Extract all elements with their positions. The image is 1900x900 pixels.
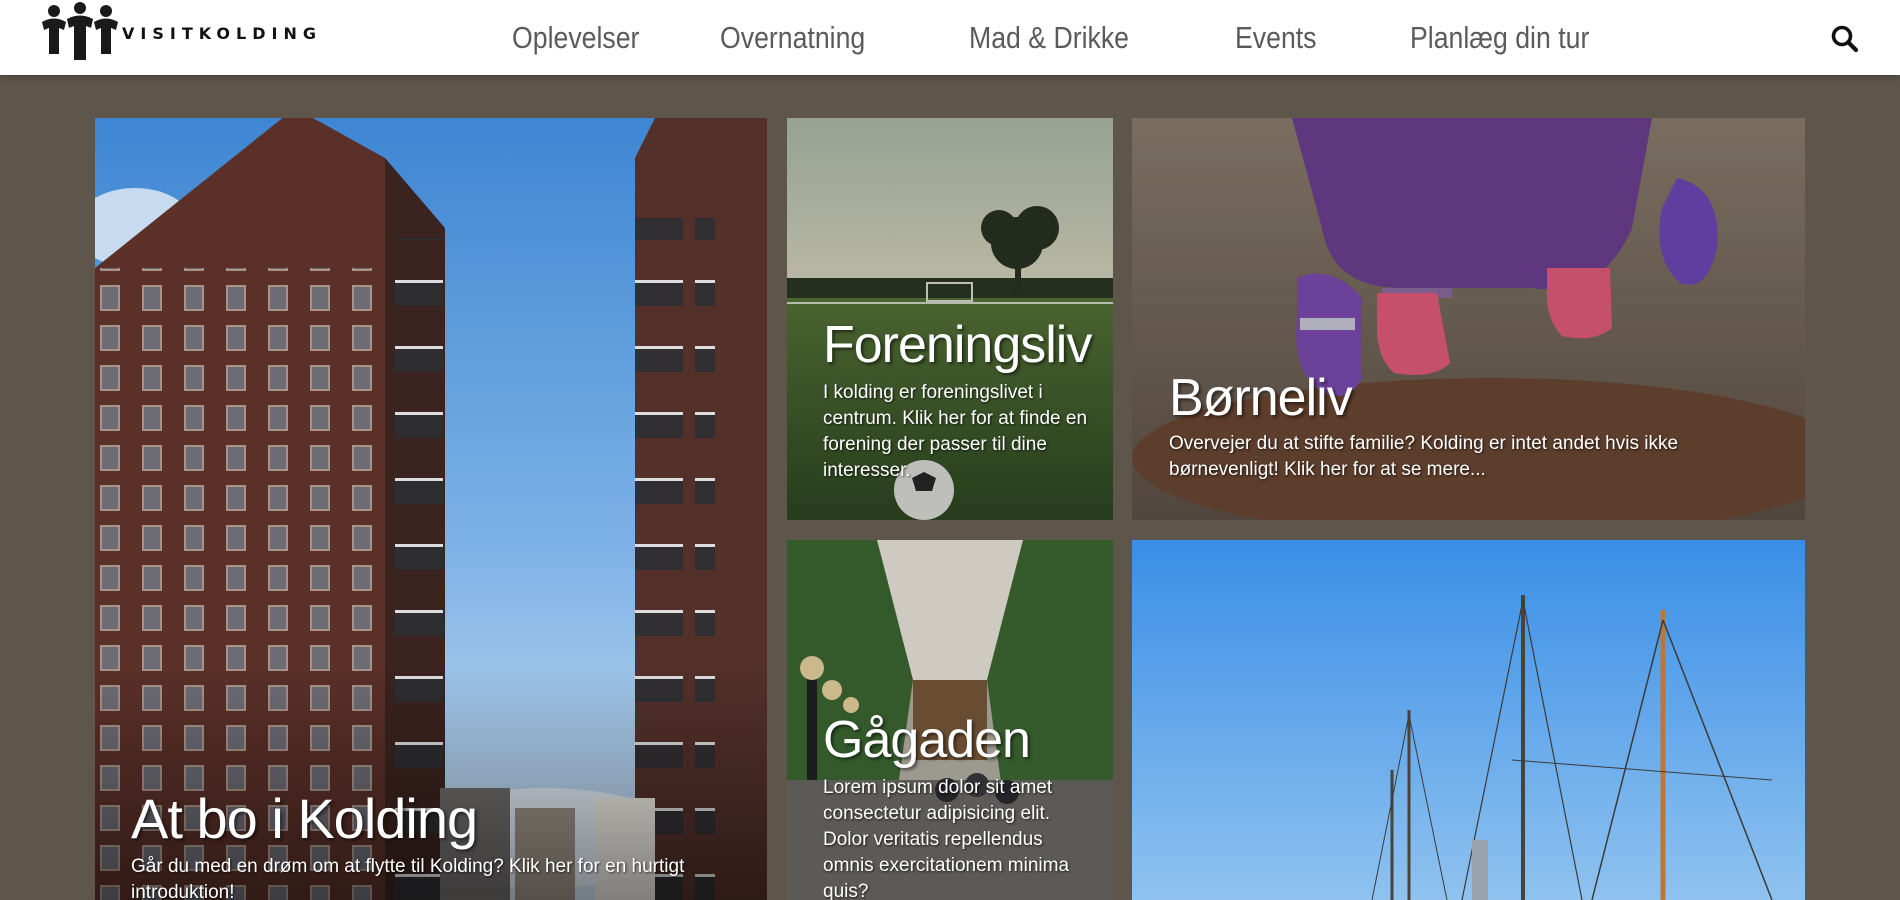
top-navigation-bar: VISITKOLDING Oplevelser Overnatning Mad … <box>0 0 1900 75</box>
tile-foreningsliv[interactable]: Foreningsliv I kolding er foreningslivet… <box>787 118 1113 520</box>
tile-harbor[interactable] <box>1132 540 1805 900</box>
tile-title: Foreningsliv <box>823 316 1092 374</box>
sailboat-masts-photo <box>1132 540 1805 900</box>
tile-title: Børneliv <box>1169 369 1353 427</box>
tile-borneliv[interactable]: Børneliv Overvejer du at stifte familie?… <box>1132 118 1805 520</box>
main-nav: Oplevelser Overnatning Mad & Drikke Even… <box>512 0 1698 75</box>
nav-planlaeg-din-tur[interactable]: Planlæg din tur <box>1410 20 1589 56</box>
tile-description: Overvejer du at stifte familie? Kolding … <box>1169 433 1679 480</box>
tile-description: I kolding er foreningslivet i centrum. K… <box>823 382 1088 481</box>
apartment-buildings-photo <box>95 118 767 900</box>
tile-title: At bo i Kolding <box>131 787 478 850</box>
visitkolding-logo[interactable]: VISITKOLDING <box>40 2 322 64</box>
tile-gagaden[interactable]: Gågaden Lorem ipsum dolor sit amet conse… <box>787 540 1113 900</box>
nav-events[interactable]: Events <box>1235 20 1317 56</box>
logo-text: VISITKOLDING <box>122 23 322 43</box>
nav-oplevelser[interactable]: Oplevelser <box>512 20 639 56</box>
tile-description: Lorem ipsum dolor sit amet consectetur a… <box>823 777 1070 900</box>
visitkolding-logo-icon <box>42 2 118 60</box>
tile-at-bo-i-kolding[interactable]: At bo i Kolding Går du med en drøm om at… <box>95 118 767 900</box>
tile-title: Gågaden <box>823 711 1031 769</box>
tile-description: Går du med en drøm om at flytte til Kold… <box>131 856 685 900</box>
nav-overnatning[interactable]: Overnatning <box>720 20 865 56</box>
nav-mad-drikke[interactable]: Mad & Drikke <box>969 20 1129 56</box>
search-button[interactable] <box>1830 24 1860 54</box>
search-icon <box>1831 25 1859 53</box>
